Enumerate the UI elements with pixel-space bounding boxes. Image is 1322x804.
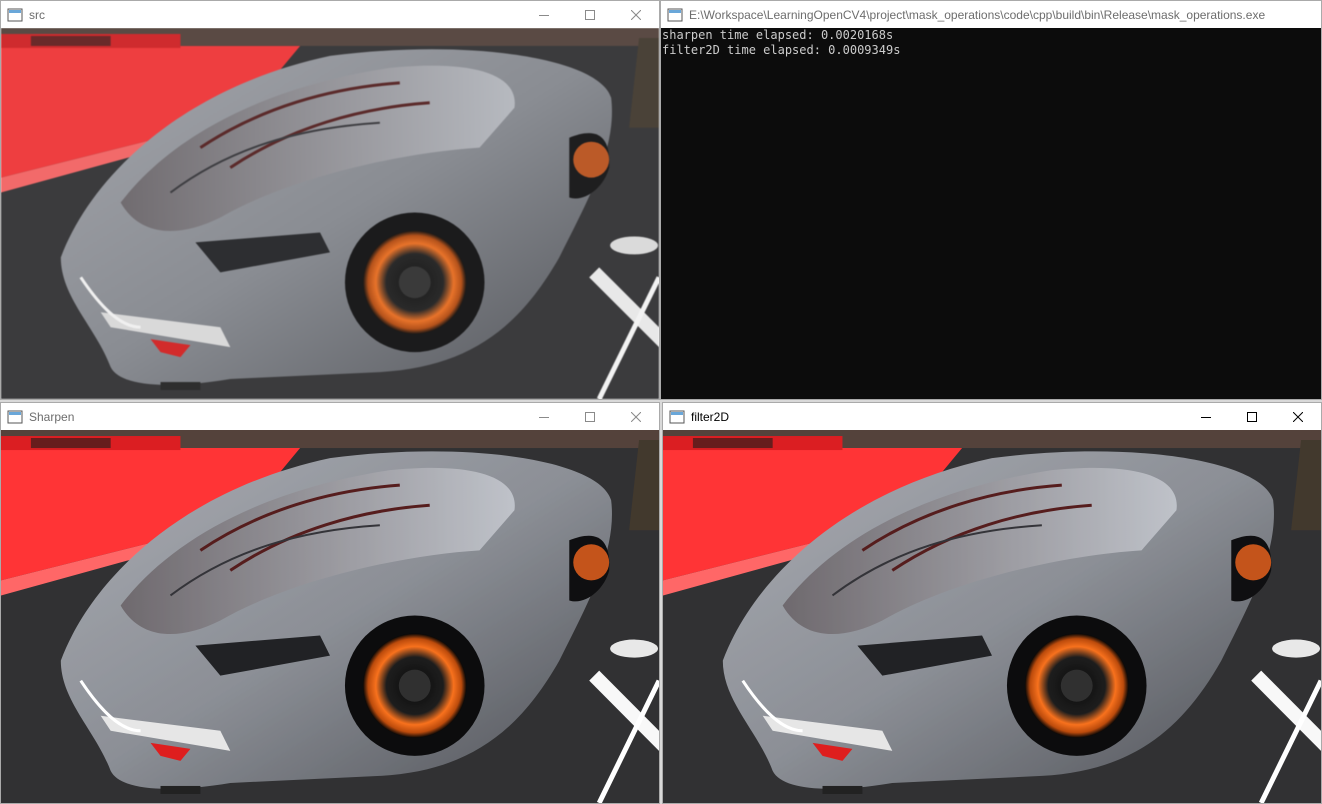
maximize-icon [585,9,595,20]
window-title: filter2D [691,409,730,424]
maximize-button[interactable] [567,1,613,28]
maximize-button[interactable] [567,403,613,430]
app-window-icon [669,410,685,423]
app-window-icon [667,8,683,21]
console-line: sharpen time elapsed: 0.0020168s [662,28,894,42]
filter2d-window: filter2D [662,402,1322,804]
console-line: filter2D time elapsed: 0.0009349s [662,43,901,57]
minimize-button[interactable] [1183,403,1229,430]
maximize-button[interactable] [1229,403,1275,430]
src-image-area [1,28,659,399]
app-window-icon [7,8,23,21]
window-title: E:\Workspace\LearningOpenCV4\project\mas… [689,7,1266,22]
src-titlebar[interactable]: src [1,1,659,28]
minimize-icon [1201,416,1211,418]
console-window: E:\Workspace\LearningOpenCV4\project\mas… [660,0,1322,400]
src-window: src [0,0,660,400]
filter2d-image-area [663,430,1321,803]
minimize-button[interactable] [521,403,567,430]
src-image [1,28,659,399]
filter2d-image [663,430,1321,803]
close-icon [631,411,641,422]
close-icon [1293,411,1303,422]
minimize-icon [539,416,549,418]
sharpen-titlebar[interactable]: Sharpen [1,403,659,430]
close-icon [631,9,641,20]
close-button[interactable] [613,1,659,28]
close-button[interactable] [613,403,659,430]
window-title: Sharpen [29,409,75,424]
app-window-icon [7,410,23,423]
sharpen-image-area [1,430,659,803]
close-button[interactable] [1275,403,1321,430]
maximize-icon [585,411,595,422]
sharpen-image [1,430,659,803]
sharpen-window: Sharpen [0,402,660,804]
minimize-button[interactable] [521,1,567,28]
console-titlebar[interactable]: E:\Workspace\LearningOpenCV4\project\mas… [661,1,1321,28]
filter2d-titlebar[interactable]: filter2D [663,403,1321,430]
window-title: src [29,7,45,22]
maximize-icon [1247,411,1257,422]
minimize-icon [539,14,549,16]
console-output[interactable]: sharpen time elapsed: 0.0020168s filter2… [661,28,1321,399]
